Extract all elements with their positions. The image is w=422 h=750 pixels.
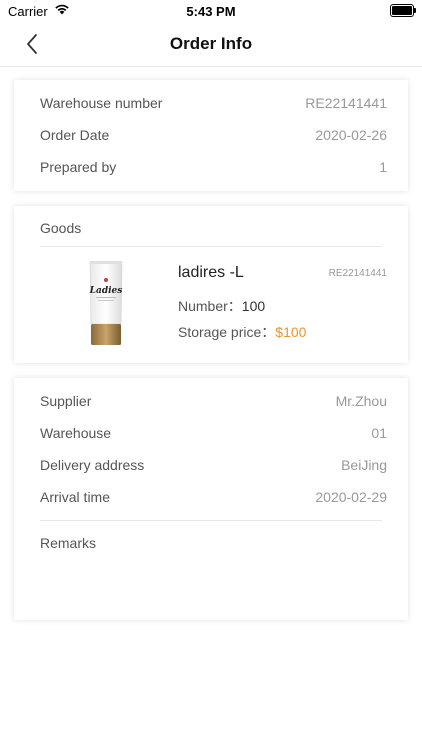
row-label: Prepared by	[40, 159, 117, 175]
warehouse-number-row: Warehouse number RE22141441	[40, 95, 387, 115]
row-value: RE22141441	[305, 95, 387, 111]
product-price: Storage price：$100	[178, 322, 306, 342]
battery-icon	[390, 4, 416, 17]
row-label: Supplier	[40, 393, 92, 409]
product-name: ladires -L	[178, 264, 244, 281]
product-number: Number：100	[178, 296, 265, 316]
row-value: 01	[371, 425, 387, 441]
warehouse-row: Warehouse 01	[40, 425, 387, 445]
number-label: Number：	[178, 298, 242, 314]
row-value: 2020-02-29	[315, 489, 387, 505]
arrival-time-row: Arrival time 2020-02-29	[40, 489, 387, 509]
page-title: Order Info	[169, 34, 253, 53]
remarks-row[interactable]: Remarks	[40, 535, 387, 555]
row-label: Delivery address	[40, 457, 145, 473]
status-bar: Carrier 5:43 PM	[0, 0, 422, 22]
row-label: Warehouse	[40, 425, 112, 441]
goods-title: Goods	[40, 220, 82, 236]
row-value: Mr.Zhou	[335, 393, 387, 409]
supplier-row: Supplier Mr.Zhou	[40, 393, 387, 413]
product-brand-text: Ladies	[89, 286, 123, 296]
product-image: Ladies	[86, 260, 126, 346]
delivery-address-row: Delivery address BeiJing	[40, 457, 387, 477]
product-code: RE22141441	[328, 268, 387, 279]
row-value: 1	[379, 159, 387, 175]
order-card: Warehouse number RE22141441 Order Date 2…	[14, 80, 408, 191]
nav-bar: Order Info	[0, 22, 422, 67]
divider	[40, 246, 382, 247]
remarks-label: Remarks	[40, 535, 97, 551]
goods-card: Goods Ladies ladires -L RE22141441 Numbe…	[14, 206, 408, 363]
number-value: 100	[241, 298, 266, 314]
price-value: $100	[275, 324, 307, 340]
status-time: 5:43 PM	[186, 4, 236, 19]
row-label: Warehouse number	[40, 95, 163, 111]
divider	[40, 520, 382, 521]
row-value: 2020-02-26	[315, 127, 387, 143]
row-value: BeiJing	[341, 457, 387, 473]
prepared-by-row: Prepared by 1	[40, 159, 387, 179]
row-label: Order Date	[40, 127, 110, 143]
row-label: Arrival time	[40, 489, 111, 505]
order-date-row: Order Date 2020-02-26	[40, 127, 387, 147]
details-card: Supplier Mr.Zhou Warehouse 01 Delivery a…	[14, 378, 408, 620]
price-label: Storage price：	[178, 324, 276, 340]
